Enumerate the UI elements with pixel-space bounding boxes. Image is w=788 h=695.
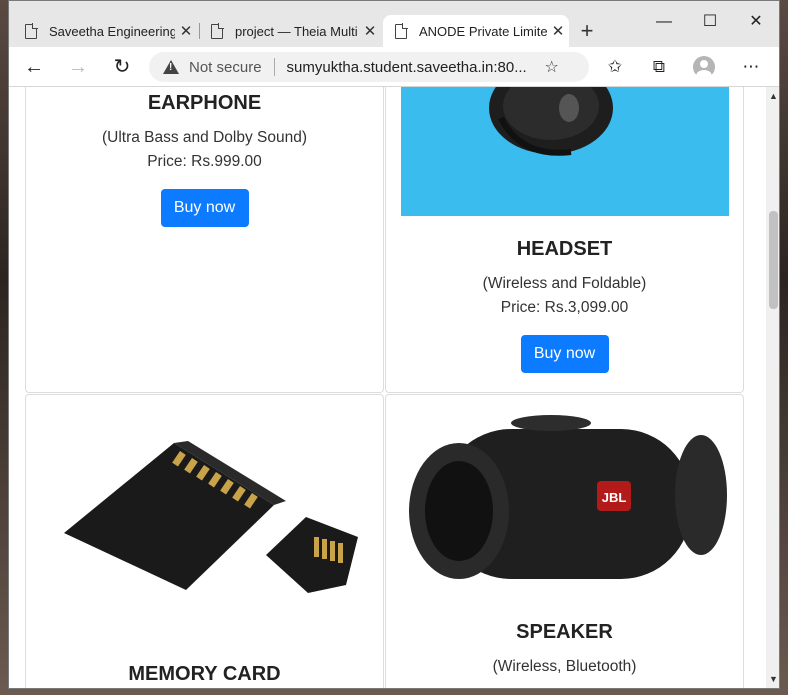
favorites-icon[interactable]: ✩ bbox=[601, 53, 629, 81]
browser-toolbar: ← → ↻ Not secure sumyuktha.student.savee… bbox=[9, 47, 779, 87]
address-bar[interactable]: Not secure sumyuktha.student.saveetha.in… bbox=[149, 52, 589, 82]
product-card-headset: HEADSET (Wireless and Foldable) Price: R… bbox=[385, 87, 744, 393]
page-viewport: EARPHONE (Ultra Bass and Dolby Sound) Pr… bbox=[9, 87, 766, 688]
forward-button[interactable]: → bbox=[63, 53, 93, 81]
browser-window: Saveetha Engineering ✕ project — Theia M… bbox=[8, 0, 780, 689]
product-name: SPEAKER bbox=[516, 621, 613, 643]
buy-now-button[interactable]: Buy now bbox=[520, 335, 609, 373]
buy-now-button[interactable]: Buy now bbox=[160, 189, 249, 227]
warning-icon bbox=[163, 60, 179, 74]
tab-theia-project[interactable]: project — Theia Multi ✕ bbox=[199, 15, 381, 47]
security-indicator[interactable]: Not secure bbox=[189, 59, 262, 76]
headset-image bbox=[401, 87, 729, 216]
address-separator bbox=[273, 58, 275, 76]
brand-logo: JBL bbox=[602, 490, 627, 505]
product-name: MEMORY CARD bbox=[128, 663, 281, 685]
page-icon bbox=[211, 23, 224, 39]
minimize-button[interactable]: — bbox=[641, 7, 687, 37]
back-button[interactable]: ← bbox=[19, 53, 49, 81]
product-name: HEADSET bbox=[516, 238, 613, 260]
scroll-up-arrow-icon[interactable]: ▲ bbox=[769, 91, 778, 101]
product-name: EARPHONE bbox=[147, 92, 262, 114]
new-tab-button[interactable]: + bbox=[575, 19, 599, 43]
page-icon bbox=[395, 23, 408, 39]
add-favorite-icon[interactable]: ☆ bbox=[545, 57, 559, 77]
product-price: Price: Rs.3,099.00 bbox=[500, 299, 629, 316]
tab-saveetha-engineering[interactable]: Saveetha Engineering ✕ bbox=[13, 15, 197, 47]
product-card-memory-card: MEMORY CARD bbox=[25, 394, 384, 688]
scroll-down-arrow-icon[interactable]: ▼ bbox=[769, 674, 778, 684]
close-tab-icon[interactable]: ✕ bbox=[175, 22, 197, 40]
tab-title: Saveetha Engineering bbox=[49, 23, 175, 39]
tab-strip: Saveetha Engineering ✕ project — Theia M… bbox=[9, 1, 779, 47]
close-window-button[interactable]: ✕ bbox=[733, 7, 779, 37]
close-tab-icon[interactable]: ✕ bbox=[359, 22, 381, 40]
close-tab-icon[interactable]: ✕ bbox=[547, 22, 569, 40]
profile-avatar[interactable] bbox=[693, 56, 715, 78]
product-card-speaker: JBL SPEAKER (Wireless, Bluetooth) bbox=[385, 394, 744, 688]
tab-title: project — Theia Multi bbox=[235, 23, 358, 39]
scrollbar-thumb[interactable] bbox=[769, 211, 778, 309]
product-card-earphone: EARPHONE (Ultra Bass and Dolby Sound) Pr… bbox=[25, 87, 384, 393]
speaker-image: JBL bbox=[401, 399, 731, 605]
product-price: Price: Rs.999.00 bbox=[147, 153, 262, 170]
product-description: (Wireless, Bluetooth) bbox=[492, 658, 637, 675]
tab-title: ANODE Private Limitec bbox=[419, 23, 547, 39]
product-description: (Ultra Bass and Dolby Sound) bbox=[101, 129, 308, 146]
url-text[interactable]: sumyuktha.student.saveetha.in:80... bbox=[287, 59, 537, 76]
memory-card-image bbox=[46, 425, 366, 605]
collections-icon[interactable]: ⧉ bbox=[645, 53, 673, 81]
refresh-button[interactable]: ↻ bbox=[107, 53, 137, 81]
page-icon bbox=[25, 23, 38, 39]
vertical-scrollbar[interactable]: ▲ ▼ bbox=[766, 87, 779, 688]
product-description: (Wireless and Foldable) bbox=[482, 275, 647, 292]
more-menu-icon[interactable]: ⋯ bbox=[737, 53, 765, 81]
tab-anode-private-limited[interactable]: ANODE Private Limitec ✕ bbox=[383, 15, 569, 47]
maximize-button[interactable]: ☐ bbox=[687, 7, 733, 37]
